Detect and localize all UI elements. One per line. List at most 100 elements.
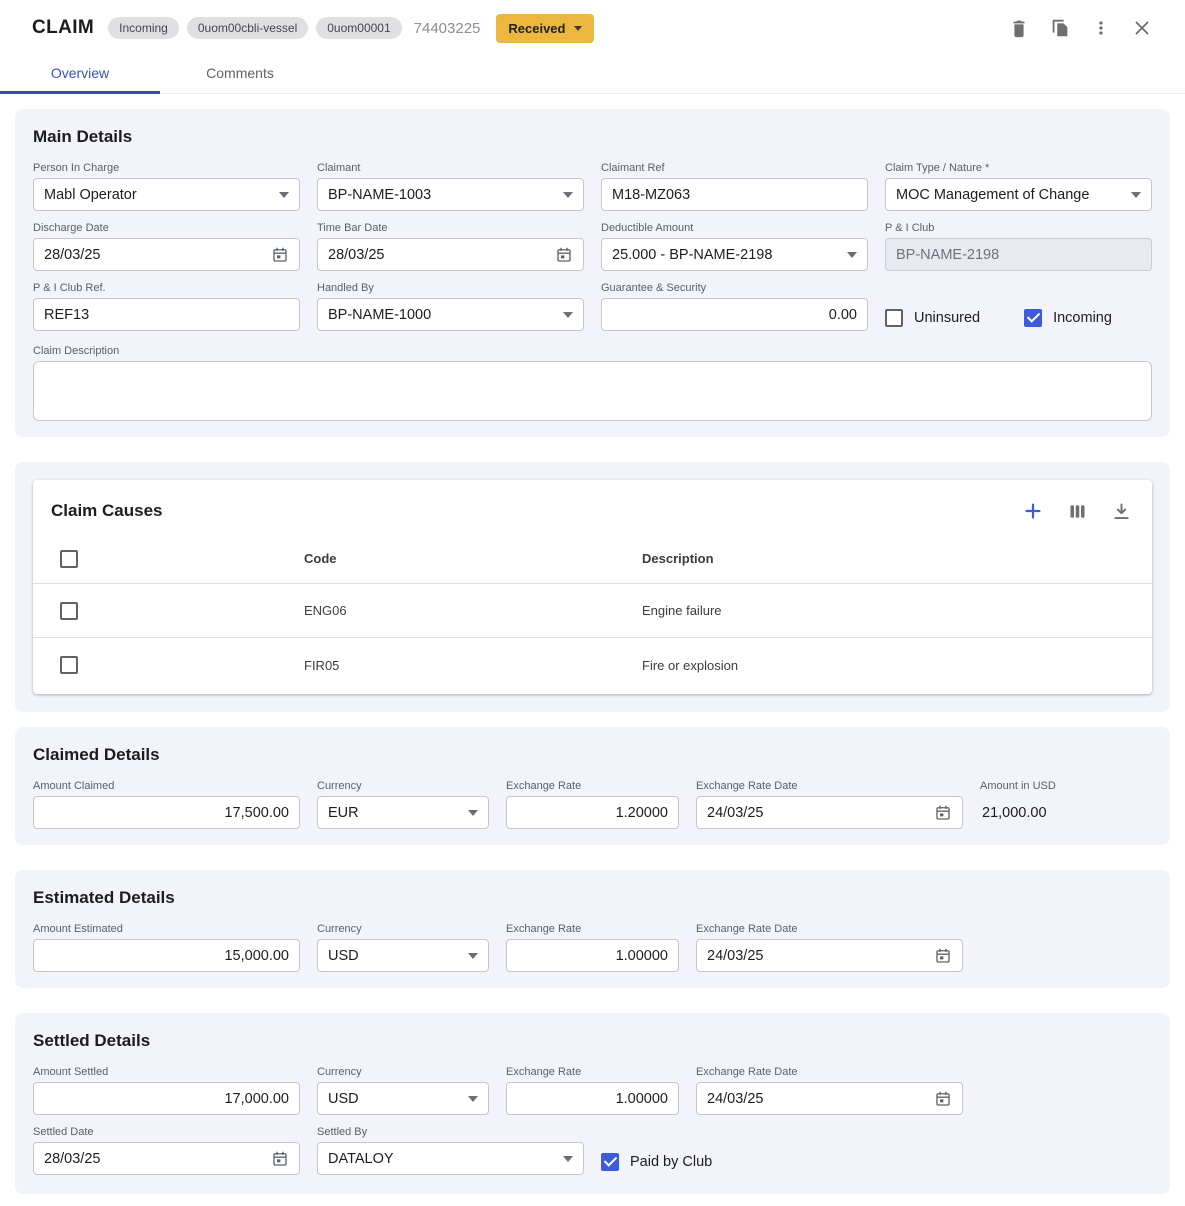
estimated-exchange-rate-date-input[interactable] (696, 939, 963, 972)
estimated-currency-select[interactable]: USD (317, 939, 489, 972)
amount-settled-input[interactable] (33, 1082, 300, 1115)
paid-by-club-checkbox[interactable]: Paid by Club (601, 1153, 712, 1171)
download-icon (1111, 501, 1132, 522)
calendar-icon[interactable] (271, 246, 289, 264)
field-claim-description: Claim Description (33, 345, 1152, 421)
field-label: Settled Date (33, 1126, 300, 1138)
field-estimated-exchange-rate: Exchange Rate (506, 923, 679, 972)
settled-by-select[interactable]: DATALOY (317, 1142, 584, 1175)
cause-description-cell: Fire or explosion (642, 658, 1152, 673)
field-label: Claim Type / Nature * (885, 162, 1152, 174)
field-label: Guarantee & Security (601, 282, 868, 294)
row-checkbox[interactable] (60, 602, 78, 620)
incoming-checkbox[interactable]: Incoming (1024, 309, 1112, 327)
chevron-down-icon (279, 192, 289, 198)
tab-comments[interactable]: Comments (160, 56, 320, 93)
chevron-down-icon (563, 1156, 573, 1162)
field-handled-by: Handled By BP-NAME-1000 (317, 282, 584, 334)
amount-claimed-input[interactable] (33, 796, 300, 829)
claim-type-select[interactable]: MOC Management of Change (885, 178, 1152, 211)
field-label: Time Bar Date (317, 222, 584, 234)
calendar-icon[interactable] (934, 804, 952, 822)
table-row[interactable]: FIR05 Fire or explosion (33, 638, 1152, 692)
settled-details-section: Settled Details Amount Settled Currency … (15, 1013, 1170, 1194)
delete-button[interactable] (1006, 15, 1032, 41)
field-label: Exchange Rate (506, 923, 679, 935)
field-guarantee-security: Guarantee & Security (601, 282, 868, 334)
calendar-icon[interactable] (934, 947, 952, 965)
chevron-down-icon (468, 1096, 478, 1102)
page-title: CLAIM (32, 17, 94, 39)
settled-exchange-rate-date-input[interactable] (696, 1082, 963, 1115)
field-label: Exchange Rate (506, 780, 679, 792)
export-button[interactable] (1108, 498, 1134, 524)
field-deductible-amount: Deductible Amount 25.000 - BP-NAME-2198 (601, 222, 868, 271)
voyage-badge: 0uom00001 (316, 17, 401, 39)
settled-exchange-rate-input[interactable] (506, 1082, 679, 1115)
duplicate-button[interactable] (1047, 15, 1073, 41)
field-label: Handled By (317, 282, 584, 294)
p-and-i-club-ref-input[interactable] (33, 298, 300, 331)
settled-currency-select[interactable]: USD (317, 1082, 489, 1115)
window-header: CLAIM Incoming 0uom00cbli-vessel 0uom000… (0, 0, 1185, 56)
status-dropdown-button[interactable]: Received (496, 14, 594, 43)
field-claimant: Claimant BP-NAME-1003 (317, 162, 584, 211)
field-label: Amount in USD (980, 780, 1140, 792)
cause-code-cell: FIR05 (304, 658, 642, 673)
section-title: Settled Details (33, 1031, 1152, 1051)
claimed-exchange-rate-input[interactable] (506, 796, 679, 829)
settled-date-input[interactable] (33, 1142, 300, 1175)
estimated-exchange-rate-input[interactable] (506, 939, 679, 972)
chevron-down-icon (574, 26, 582, 31)
calendar-icon[interactable] (271, 1150, 289, 1168)
select-all-checkbox[interactable] (60, 550, 78, 568)
field-label: Exchange Rate (506, 1066, 679, 1078)
claimed-exchange-rate-date-input[interactable] (696, 796, 963, 829)
field-amount-claimed: Amount Claimed (33, 780, 300, 829)
field-p-and-i-club: P & I Club BP-NAME-2198 (885, 222, 1152, 271)
close-icon (1131, 17, 1153, 39)
checkbox-icon (885, 309, 903, 327)
field-settled-by: Settled By DATALOY (317, 1126, 584, 1178)
deductible-amount-select[interactable]: 25.000 - BP-NAME-2198 (601, 238, 868, 271)
column-settings-button[interactable] (1064, 498, 1090, 524)
field-claim-type: Claim Type / Nature * MOC Management of … (885, 162, 1152, 211)
chevron-down-icon (1131, 192, 1141, 198)
person-in-charge-select[interactable]: Mabl Operator (33, 178, 300, 211)
column-header-code: Code (304, 551, 642, 566)
claimant-select[interactable]: BP-NAME-1003 (317, 178, 584, 211)
time-bar-date-input[interactable] (317, 238, 584, 271)
field-label: Currency (317, 923, 489, 935)
claimed-currency-select[interactable]: EUR (317, 796, 489, 829)
row-checkbox[interactable] (60, 656, 78, 674)
calendar-icon[interactable] (555, 246, 573, 264)
tab-overview[interactable]: Overview (0, 56, 160, 93)
tab-bar: Overview Comments (0, 56, 1185, 94)
field-label: Discharge Date (33, 222, 300, 234)
cause-description-cell: Engine failure (642, 603, 1152, 618)
claimant-ref-input[interactable] (601, 178, 868, 211)
estimated-details-section: Estimated Details Amount Estimated Curre… (15, 870, 1170, 988)
discharge-date-input[interactable] (33, 238, 300, 271)
more-options-button[interactable] (1088, 15, 1114, 41)
field-label: Amount Estimated (33, 923, 300, 935)
guarantee-security-input[interactable] (601, 298, 868, 331)
chevron-down-icon (468, 810, 478, 816)
chevron-down-icon (563, 192, 573, 198)
amount-estimated-input[interactable] (33, 939, 300, 972)
table-row[interactable]: ENG06 Engine failure (33, 584, 1152, 638)
trash-icon (1008, 17, 1030, 39)
add-claim-cause-button[interactable] (1020, 498, 1046, 524)
uninsured-checkbox[interactable]: Uninsured (885, 309, 980, 327)
field-settled-exchange-rate-date: Exchange Rate Date (696, 1066, 963, 1115)
copy-icon (1049, 17, 1071, 39)
handled-by-select[interactable]: BP-NAME-1000 (317, 298, 584, 331)
claimed-details-section: Claimed Details Amount Claimed Currency … (15, 727, 1170, 845)
section-title: Claimed Details (33, 745, 1152, 765)
chevron-down-icon (563, 312, 573, 318)
close-button[interactable] (1129, 15, 1155, 41)
field-label: Person In Charge (33, 162, 300, 174)
calendar-icon[interactable] (934, 1090, 952, 1108)
claim-description-input[interactable] (33, 361, 1152, 421)
field-label: Exchange Rate Date (696, 780, 963, 792)
